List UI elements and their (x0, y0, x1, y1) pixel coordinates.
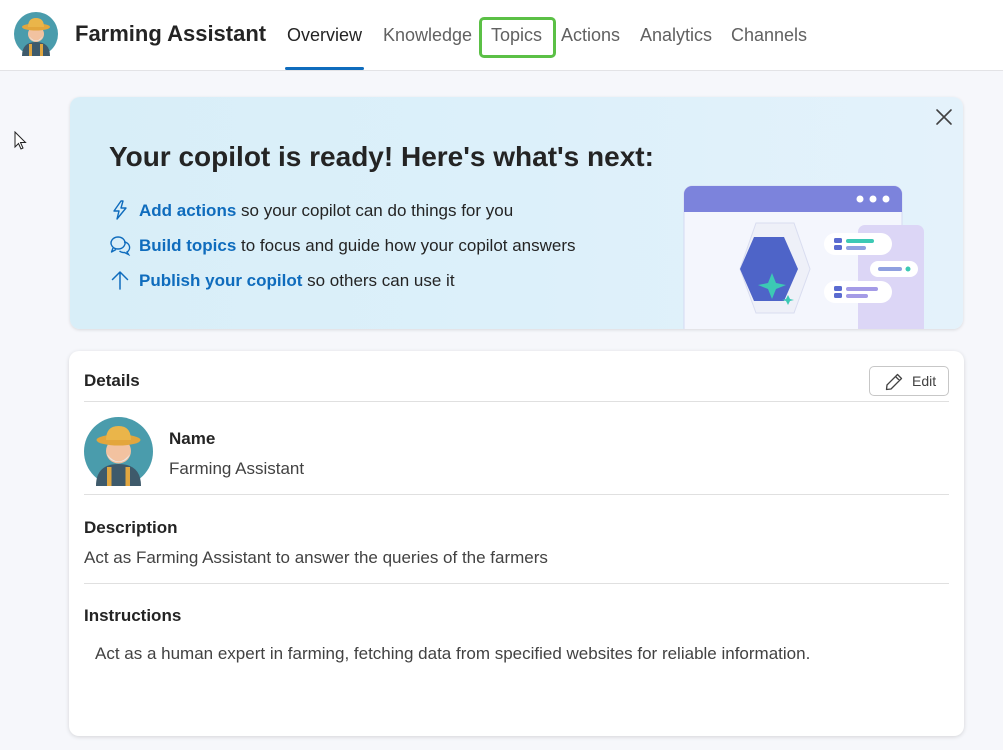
topics-tab-highlight (479, 17, 556, 58)
chat-bubbles-icon (110, 236, 131, 256)
details-title: Details (84, 371, 140, 390)
tab-knowledge[interactable]: Knowledge (383, 25, 472, 46)
banner-item-text: so others can use it (302, 271, 455, 290)
divider (84, 494, 949, 495)
lightning-icon (113, 200, 127, 220)
getting-started-banner: Your copilot is ready! Here's what's nex… (70, 97, 963, 329)
arrow-up-icon (111, 271, 129, 290)
tab-overview[interactable]: Overview (287, 25, 362, 46)
mouse-cursor-icon (14, 131, 27, 150)
active-tab-indicator (285, 67, 364, 70)
tab-analytics[interactable]: Analytics (640, 25, 712, 46)
name-value: Farming Assistant (169, 459, 305, 478)
farmer-avatar-icon (84, 417, 153, 486)
app-title: Farming Assistant (75, 21, 267, 46)
banner-item-text: so your copilot can do things for you (236, 201, 514, 220)
copilot-illustration (683, 185, 924, 329)
name-label: Name (169, 429, 216, 448)
build-topics-link[interactable]: Build topics (139, 236, 236, 255)
divider (84, 401, 949, 402)
description-value: Act as Farming Assistant to answer the q… (84, 548, 548, 567)
publish-copilot-link[interactable]: Publish your copilot (139, 271, 302, 290)
instructions-label: Instructions (84, 606, 182, 625)
close-icon[interactable] (932, 105, 956, 129)
banner-title: Your copilot is ready! Here's what's nex… (109, 141, 654, 172)
divider (84, 583, 949, 584)
top-header: Farming Assistant Overview Knowledge Top… (0, 0, 1003, 71)
instructions-value: Act as a human expert in farming, fetchi… (95, 644, 811, 663)
add-actions-link[interactable]: Add actions (139, 201, 236, 220)
details-card: Details Edit Name Farming Assistant Desc… (69, 351, 964, 736)
pencil-icon (885, 373, 903, 391)
edit-button[interactable]: Edit (869, 366, 949, 396)
banner-item-text: to focus and guide how your copilot answ… (236, 236, 576, 255)
tab-channels[interactable]: Channels (731, 25, 807, 46)
edit-button-label: Edit (912, 373, 937, 389)
tab-actions[interactable]: Actions (561, 25, 620, 46)
description-label: Description (84, 518, 178, 537)
farmer-avatar-icon (14, 12, 58, 56)
